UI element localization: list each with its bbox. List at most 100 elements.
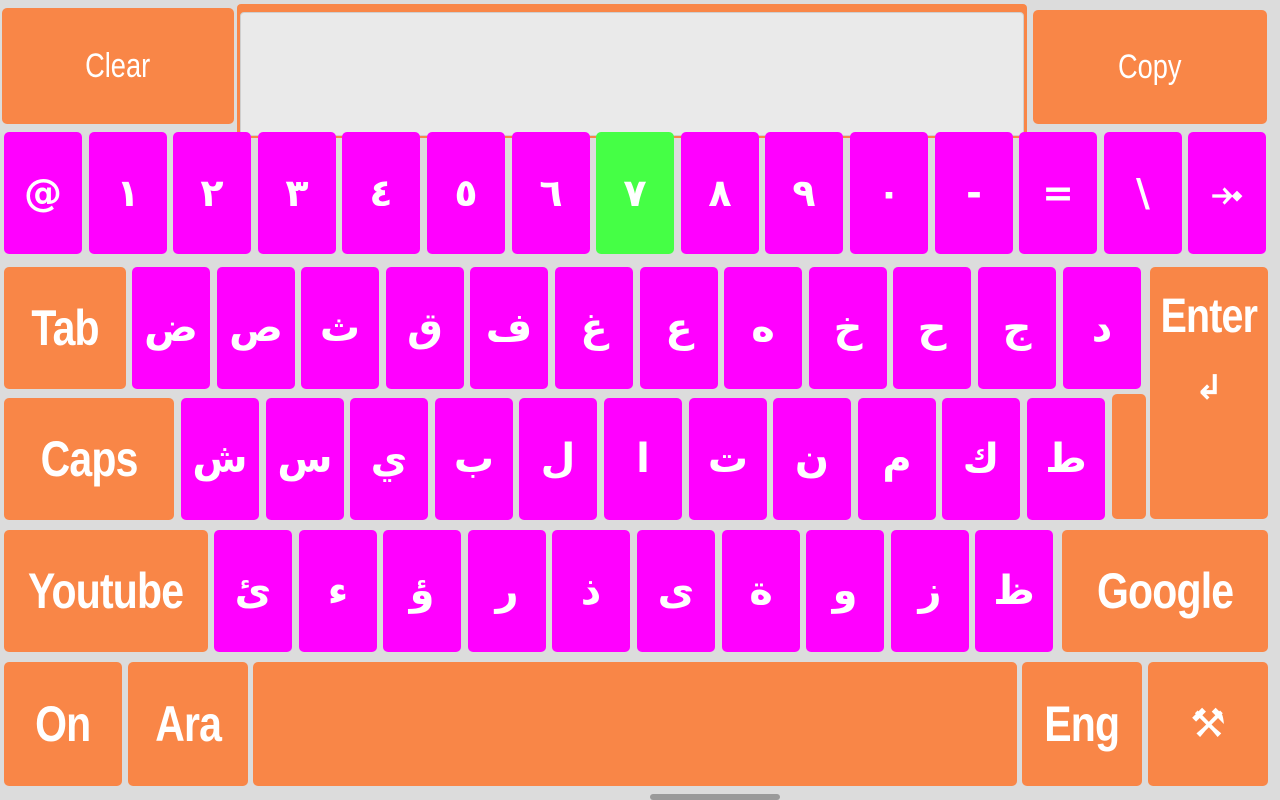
key-label: ح	[917, 305, 947, 351]
settings-tools-button[interactable]: ⚒	[1148, 662, 1268, 786]
letter-key[interactable]: ا	[604, 398, 682, 520]
number-key[interactable]: ١	[89, 132, 167, 254]
copy-button[interactable]: Copy	[1033, 10, 1267, 124]
key-label: @	[24, 171, 62, 215]
key-label: ه	[751, 305, 775, 351]
number-key[interactable]: ٩	[765, 132, 843, 254]
letter-key[interactable]: ذ	[552, 530, 630, 652]
number-key[interactable]: ٣	[258, 132, 336, 254]
letter-key[interactable]: ه	[724, 267, 802, 389]
key-label: س	[277, 436, 333, 482]
number-key[interactable]: ٥	[427, 132, 505, 254]
number-key[interactable]: =	[1019, 132, 1097, 254]
key-label: =	[1042, 171, 1074, 215]
letter-key[interactable]: ض	[132, 267, 210, 389]
space-bar[interactable]	[253, 662, 1017, 786]
key-label: ٤	[369, 171, 393, 215]
letter-key[interactable]: د	[1063, 267, 1141, 389]
letter-key[interactable]: ي	[350, 398, 428, 520]
key-label: غ	[580, 305, 608, 351]
letter-key[interactable]: ك	[942, 398, 1020, 520]
number-key[interactable]: ٧	[596, 132, 674, 254]
number-key[interactable]: ٤	[342, 132, 420, 254]
key-label: ص	[229, 305, 283, 351]
key-label: م	[882, 436, 912, 482]
letter-key[interactable]: س	[266, 398, 344, 520]
letter-key[interactable]: ر	[468, 530, 546, 652]
key-label: ة	[749, 568, 773, 614]
key-label: خ	[833, 305, 863, 351]
letter-key[interactable]: ز	[891, 530, 969, 652]
key-label: ق	[407, 305, 443, 351]
key-label: ج	[1002, 305, 1032, 351]
key-label: ى	[657, 568, 695, 614]
number-key[interactable]: -	[935, 132, 1013, 254]
enter-key-extension[interactable]	[1112, 394, 1146, 519]
number-key[interactable]: @	[4, 132, 82, 254]
caps-key[interactable]: Caps	[4, 398, 174, 520]
key-label: ٩	[792, 171, 816, 215]
letter-key[interactable]: ق	[386, 267, 464, 389]
keyboard-stage: Clear Copy @١ ٢ ٣ ٤ ٥ ٦ ٧ ٨ ٩ ٠ - = \ ⤞ Tab ضصثقف غ ع ه خ…	[0, 0, 1280, 800]
enter-key[interactable]: Enter ↲	[1150, 267, 1268, 519]
letter-key[interactable]: ص	[217, 267, 295, 389]
letter-key[interactable]: ش	[181, 398, 259, 520]
letter-key[interactable]: غ	[555, 267, 633, 389]
letter-key[interactable]: ن	[773, 398, 851, 520]
letter-key[interactable]: ج	[978, 267, 1056, 389]
letter-key[interactable]: ء	[299, 530, 377, 652]
key-label: ط	[1045, 436, 1087, 482]
letter-key[interactable]: ث	[301, 267, 379, 389]
key-label: \	[1136, 171, 1150, 215]
key-label: ٢	[200, 171, 224, 215]
key-label: د	[1091, 305, 1113, 351]
clear-button[interactable]: Clear	[2, 8, 234, 124]
letter-key[interactable]: ت	[689, 398, 767, 520]
tab-key[interactable]: Tab	[4, 267, 126, 389]
letter-key[interactable]: ة	[722, 530, 800, 652]
letter-key[interactable]: ظ	[975, 530, 1053, 652]
scrollbar-thumb[interactable]	[650, 794, 780, 800]
english-language-key[interactable]: Eng	[1022, 662, 1142, 786]
key-label: ر	[495, 568, 519, 614]
letter-key[interactable]: ع	[640, 267, 718, 389]
letter-key[interactable]: ئ	[214, 530, 292, 652]
key-label: ⤞	[1211, 170, 1243, 215]
on-key[interactable]: On	[4, 662, 122, 786]
tools-icon: ⚒	[1190, 701, 1226, 747]
key-label: ك	[962, 436, 1000, 482]
key-label: ا	[636, 436, 650, 482]
number-key[interactable]: ٢	[173, 132, 251, 254]
enter-arrow-icon: ↲	[1194, 368, 1224, 408]
key-label: ب	[453, 436, 495, 482]
letter-key[interactable]: ب	[435, 398, 513, 520]
key-label: ٦	[539, 171, 563, 215]
letter-key[interactable]: ف	[470, 267, 548, 389]
letter-key[interactable]: و	[806, 530, 884, 652]
letter-key[interactable]: ل	[519, 398, 597, 520]
key-label: ش	[192, 436, 248, 482]
number-key[interactable]: ٠	[850, 132, 928, 254]
number-key[interactable]: ٨	[681, 132, 759, 254]
key-label: ف	[485, 305, 533, 351]
key-label: ٥	[454, 171, 478, 215]
key-label: ت	[707, 436, 749, 482]
letter-key[interactable]: خ	[809, 267, 887, 389]
number-key[interactable]: ⤞	[1188, 132, 1266, 254]
number-key[interactable]: ٦	[512, 132, 590, 254]
text-input-area[interactable]	[240, 12, 1024, 136]
youtube-button[interactable]: Youtube	[4, 530, 208, 652]
letter-key[interactable]: ى	[637, 530, 715, 652]
key-label: ئ	[234, 568, 272, 614]
key-label: ؤ	[409, 568, 435, 614]
key-label: و	[832, 568, 858, 614]
arabic-language-key[interactable]: Ara	[128, 662, 248, 786]
letter-key[interactable]: م	[858, 398, 936, 520]
letter-key[interactable]: ط	[1027, 398, 1105, 520]
letter-key[interactable]: ح	[893, 267, 971, 389]
google-button[interactable]: Google	[1062, 530, 1268, 652]
key-label: ٣	[285, 171, 309, 215]
key-label: ز	[918, 568, 942, 614]
letter-key[interactable]: ؤ	[383, 530, 461, 652]
number-key[interactable]: \	[1104, 132, 1182, 254]
